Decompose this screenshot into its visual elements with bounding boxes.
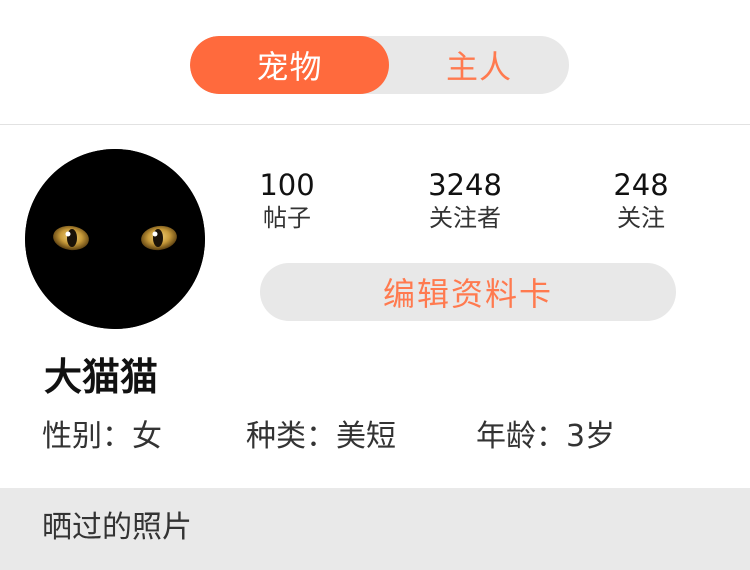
pet-owner-toggle: 宠物 主人 (190, 36, 569, 94)
black-cat-eyes-icon (25, 149, 205, 329)
tab-pet[interactable]: 宠物 (190, 36, 389, 94)
followers-label: 关注者 (429, 204, 501, 232)
followers-count: 3248 (428, 168, 502, 202)
following-count: 248 (613, 168, 669, 202)
pet-avatar[interactable] (25, 149, 205, 329)
stat-followers[interactable]: 3248 关注者 (400, 168, 530, 234)
following-label: 关注 (617, 204, 665, 232)
edit-profile-button[interactable]: 编辑资料卡 (260, 263, 676, 321)
photos-section-title: 晒过的照片 (42, 510, 192, 545)
posts-label: 帖子 (263, 204, 311, 232)
pet-breed: 种类：美短 (246, 419, 396, 454)
stat-following[interactable]: 248 关注 (576, 168, 706, 234)
posts-count: 100 (259, 168, 315, 202)
pet-age: 年龄：3岁 (476, 419, 616, 454)
stat-posts[interactable]: 100 帖子 (222, 168, 352, 234)
tab-owner[interactable]: 主人 (389, 36, 569, 94)
pet-profile-page: 宠物 主人 100 帖子 3248 关注者 248 关注 编辑资料卡 大猫猫 性… (0, 0, 750, 570)
header-divider (0, 124, 750, 125)
pet-gender: 性别：女 (42, 419, 162, 454)
pet-name: 大猫猫 (44, 355, 159, 399)
